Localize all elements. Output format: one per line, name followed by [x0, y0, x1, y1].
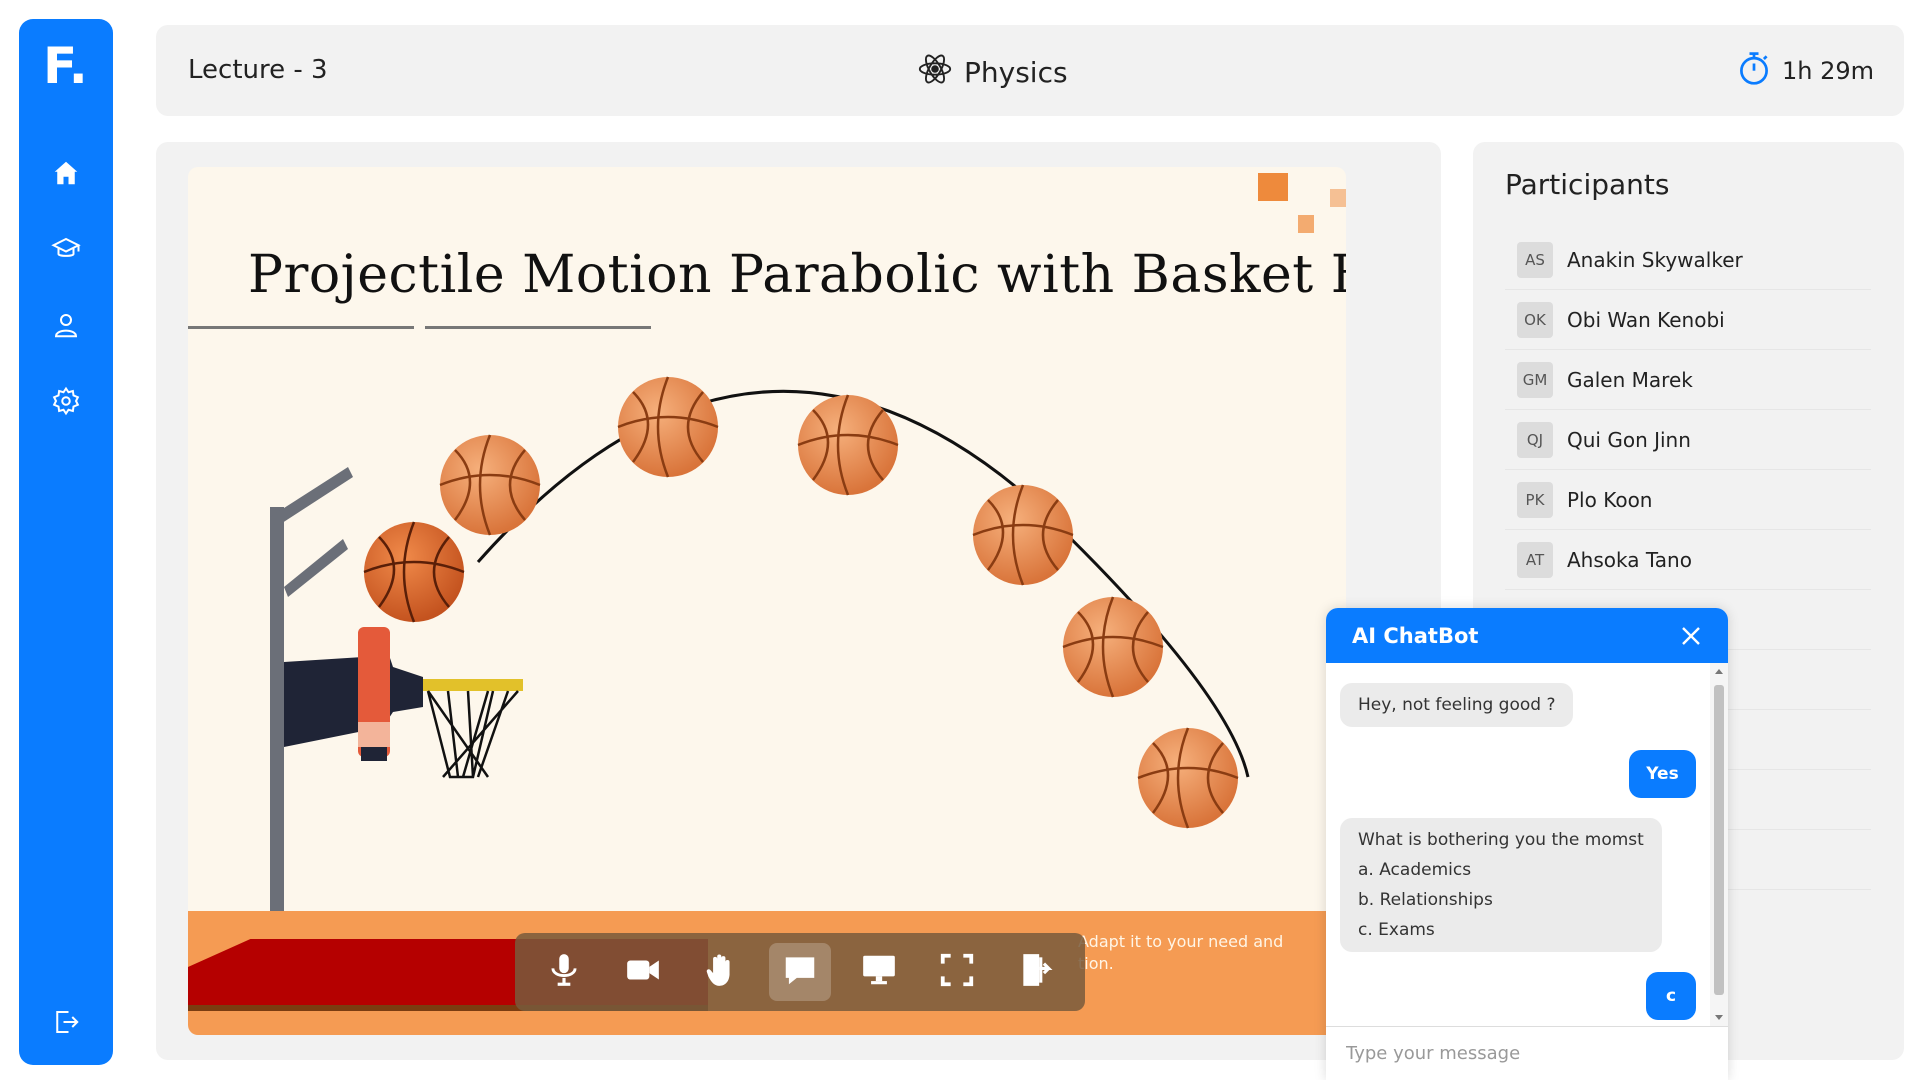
home-icon [51, 158, 81, 192]
participant-row[interactable]: AS Anakin Skywalker [1505, 230, 1871, 290]
fullscreen-icon [938, 951, 976, 993]
fullscreen-button[interactable] [926, 943, 988, 1001]
video-camera-icon [624, 951, 662, 993]
slide-footnote: Adapt it to your need and tion. [1078, 931, 1283, 975]
close-icon[interactable] [1680, 625, 1702, 647]
message-line: c. Exams [1358, 920, 1435, 940]
leave-button[interactable] [1005, 943, 1067, 1001]
chat-message-input[interactable] [1326, 1026, 1728, 1080]
message-line: Yes [1646, 764, 1679, 784]
participant-row[interactable]: GM Galen Marek [1505, 350, 1871, 410]
message-line: Hey, not feeling good ? [1358, 695, 1556, 715]
user-message: c [1646, 972, 1696, 1020]
participant-name: Galen Marek [1567, 367, 1693, 392]
chat-messages[interactable]: Hey, not feeling good ? Yes What is both… [1326, 663, 1710, 1026]
hand-icon [702, 951, 740, 993]
avatar: QJ [1517, 421, 1553, 458]
participant-row[interactable]: AT Ahsoka Tano [1505, 530, 1871, 590]
slide-footnote-line: Adapt it to your need and [1078, 932, 1284, 951]
bot-message: Hey, not feeling good ? [1340, 683, 1574, 727]
meeting-controls [515, 933, 1085, 1011]
avatar: AS [1517, 241, 1553, 278]
scroll-up-arrow[interactable] [1715, 669, 1723, 674]
microphone-button[interactable] [533, 943, 595, 1001]
raise-hand-button[interactable] [690, 943, 752, 1001]
user-icon [51, 310, 81, 344]
participant-name: Plo Koon [1567, 487, 1653, 512]
microphone-icon [545, 951, 583, 993]
message-line: What is bothering you the momst [1358, 830, 1644, 850]
slide-footnote-line: tion. [1078, 954, 1114, 973]
monitor-icon [860, 951, 898, 993]
sidebar: F. [19, 19, 113, 1065]
gear-icon [51, 386, 81, 420]
graduation-cap-icon [51, 234, 81, 268]
avatar: AT [1517, 541, 1553, 578]
avatar: GM [1517, 361, 1553, 398]
chat-bubble-icon [781, 951, 819, 993]
sidebar-item-home[interactable] [46, 155, 86, 195]
logout-button[interactable] [46, 1004, 86, 1044]
avatar: PK [1517, 481, 1553, 518]
sidebar-item-profile[interactable] [46, 307, 86, 347]
camera-button[interactable] [612, 943, 674, 1001]
subject-label: Physics [964, 56, 1068, 89]
projectile-illustration [238, 375, 1250, 977]
participant-name: Anakin Skywalker [1567, 247, 1743, 272]
session-timer: 1h 29m [1736, 49, 1874, 93]
message-line: a. Academics [1358, 860, 1472, 880]
ai-chatbot-window: AI ChatBot Hey, not feeling good ? Yes W… [1326, 608, 1728, 1080]
exit-door-icon [1017, 951, 1055, 993]
participant-name: Qui Gon Jinn [1567, 427, 1691, 452]
scroll-down-arrow[interactable] [1715, 1015, 1723, 1020]
app-logo: F. [43, 37, 88, 95]
scroll-thumb[interactable] [1714, 685, 1724, 995]
stopwatch-icon [1736, 49, 1772, 93]
screen-share-button[interactable] [848, 943, 910, 1001]
participant-row[interactable]: QJ Qui Gon Jinn [1505, 410, 1871, 470]
sidebar-item-courses[interactable] [46, 231, 86, 271]
lecture-label: Lecture - 3 [188, 55, 328, 85]
avatar: OK [1517, 301, 1553, 338]
participants-title: Participants [1505, 168, 1670, 201]
subject: Physics [916, 50, 1068, 95]
chatbot-header: AI ChatBot [1326, 608, 1728, 663]
chat-button[interactable] [768, 943, 831, 1001]
presentation-slide: Projectile Motion Parabolic with Basket … [188, 167, 1346, 1035]
lecture-header: Lecture - 3 Physics 1h 29m [156, 25, 1904, 116]
sidebar-item-settings[interactable] [46, 383, 86, 423]
participant-name: Obi Wan Kenobi [1567, 307, 1725, 332]
chat-scrollbar[interactable] [1710, 663, 1728, 1026]
bot-message: What is bothering you the momst a. Acade… [1340, 818, 1662, 952]
timer-value: 1h 29m [1781, 57, 1874, 85]
participant-name: Ahsoka Tano [1567, 547, 1692, 572]
participant-row[interactable]: PK Plo Koon [1505, 470, 1871, 530]
atom-icon [916, 50, 954, 95]
participant-row[interactable]: OK Obi Wan Kenobi [1505, 290, 1871, 350]
user-message: Yes [1629, 750, 1696, 798]
chatbot-title: AI ChatBot [1352, 623, 1479, 648]
logout-icon [51, 1007, 81, 1041]
message-line: c [1665, 986, 1677, 1006]
message-line: b. Relationships [1358, 890, 1493, 910]
